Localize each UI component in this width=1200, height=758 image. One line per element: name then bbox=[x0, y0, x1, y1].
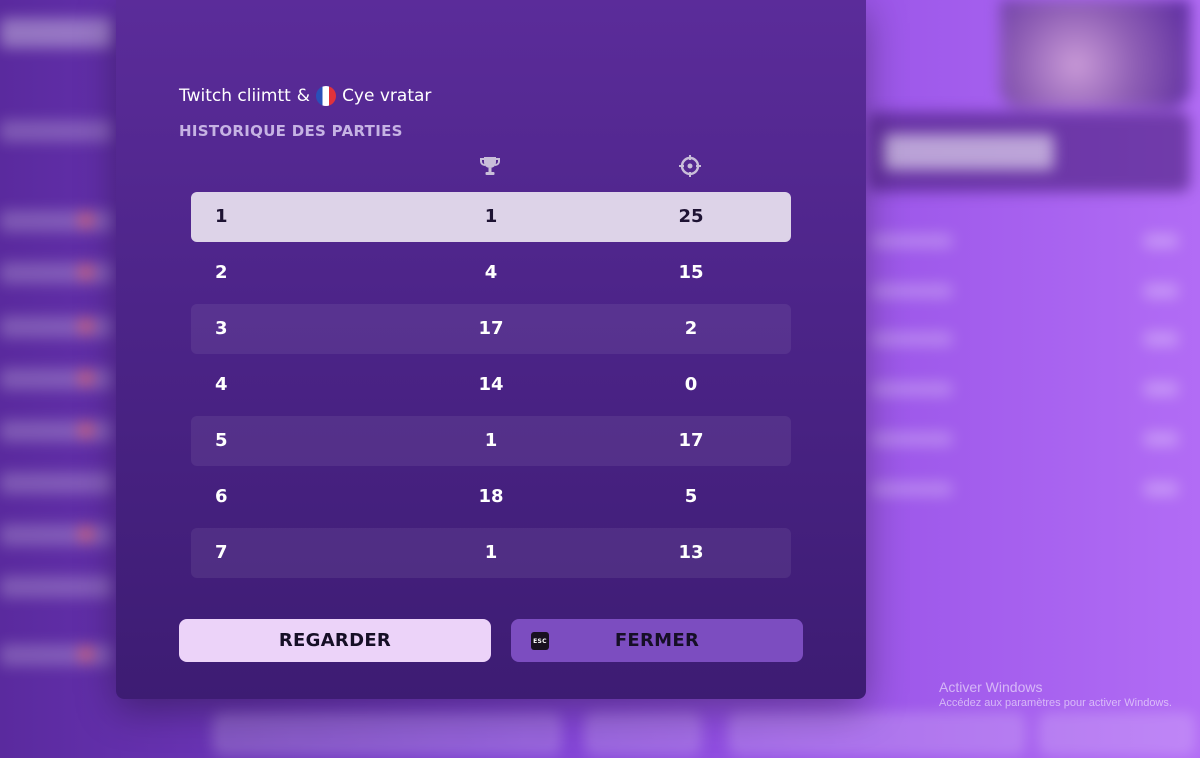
game-number: 6 bbox=[215, 486, 228, 507]
background-stat-row bbox=[868, 330, 1190, 350]
background-list-item bbox=[0, 316, 112, 338]
eliminations-value: 0 bbox=[684, 374, 698, 395]
background-list-item bbox=[0, 368, 112, 390]
close-button[interactable]: ESC FERMER bbox=[511, 619, 803, 662]
background-button bbox=[1040, 714, 1194, 754]
placement-value: 1 bbox=[484, 430, 498, 451]
table-row[interactable]: 1 1 25 bbox=[191, 192, 791, 242]
game-number: 7 bbox=[215, 542, 228, 563]
eliminations-value: 13 bbox=[678, 542, 704, 563]
placement-value: 1 bbox=[484, 542, 498, 563]
watermark-subtitle: Accédez aux paramètres pour activer Wind… bbox=[939, 697, 1172, 709]
eliminations-value: 25 bbox=[678, 206, 704, 227]
background-score-panel bbox=[868, 112, 1190, 192]
eliminations-value: 2 bbox=[684, 318, 698, 339]
table-row[interactable]: 5 1 17 bbox=[191, 416, 791, 466]
eliminations-value: 5 bbox=[684, 486, 698, 507]
table-row[interactable]: 4 14 0 bbox=[191, 360, 791, 410]
game-number: 2 bbox=[215, 262, 228, 283]
esc-key-icon: ESC bbox=[531, 632, 549, 650]
close-button-label: FERMER bbox=[614, 630, 700, 651]
background-stat-row bbox=[868, 430, 1190, 450]
background-stat-row bbox=[868, 380, 1190, 400]
match-history-modal: Twitch cliimtt & Cye vratar HISTORIQUE D… bbox=[116, 0, 866, 699]
background-avatar bbox=[1000, 0, 1190, 108]
table-row[interactable]: 3 17 2 bbox=[191, 304, 791, 354]
france-flag-icon bbox=[316, 86, 337, 106]
watch-button-label: REGARDER bbox=[278, 630, 392, 651]
game-number: 5 bbox=[215, 430, 228, 451]
game-number: 4 bbox=[215, 374, 228, 395]
player-left-name: Twitch cliimtt bbox=[179, 86, 291, 106]
background-list-item bbox=[0, 210, 112, 232]
background-list-item bbox=[0, 120, 112, 142]
players-header: Twitch cliimtt & Cye vratar bbox=[179, 86, 431, 106]
placement-value: 4 bbox=[484, 262, 498, 283]
watch-button[interactable]: REGARDER bbox=[179, 619, 491, 662]
background-stat-row bbox=[868, 282, 1190, 302]
background-button bbox=[730, 714, 1024, 754]
players-separator: & bbox=[296, 86, 311, 106]
game-number: 3 bbox=[215, 318, 228, 339]
background-left-title bbox=[0, 18, 112, 48]
player-right-name: Cye vratar bbox=[342, 86, 432, 106]
background-stat-row bbox=[868, 480, 1190, 500]
background-button bbox=[214, 714, 560, 754]
background-list-item bbox=[0, 420, 112, 442]
table-row[interactable]: 7 1 13 bbox=[191, 528, 791, 578]
background-list-item bbox=[0, 262, 112, 284]
background-list-item bbox=[0, 644, 112, 666]
trophy-icon bbox=[480, 157, 500, 175]
crosshair-icon bbox=[679, 155, 701, 177]
placement-value: 18 bbox=[478, 486, 504, 507]
windows-activation-watermark: Activer Windows Accédez aux paramètres p… bbox=[939, 679, 1172, 709]
background-list-item bbox=[0, 472, 112, 494]
watermark-title: Activer Windows bbox=[939, 679, 1043, 695]
match-history-table: 1 1 25 2 4 15 3 17 2 4 14 0 5 1 17 6 18 … bbox=[191, 192, 791, 584]
eliminations-value: 17 bbox=[678, 430, 704, 451]
game-number: 1 bbox=[215, 206, 228, 227]
eliminations-value: 15 bbox=[678, 262, 704, 283]
background-button bbox=[586, 714, 700, 754]
background-list-item bbox=[0, 576, 112, 598]
section-title: HISTORIQUE DES PARTIES bbox=[179, 122, 403, 140]
placement-value: 17 bbox=[478, 318, 504, 339]
table-row[interactable]: 6 18 5 bbox=[191, 472, 791, 522]
placement-value: 1 bbox=[484, 206, 498, 227]
table-row[interactable]: 2 4 15 bbox=[191, 248, 791, 298]
placement-value: 14 bbox=[478, 374, 504, 395]
background-stat-row bbox=[868, 232, 1190, 252]
background-list-item bbox=[0, 524, 112, 546]
